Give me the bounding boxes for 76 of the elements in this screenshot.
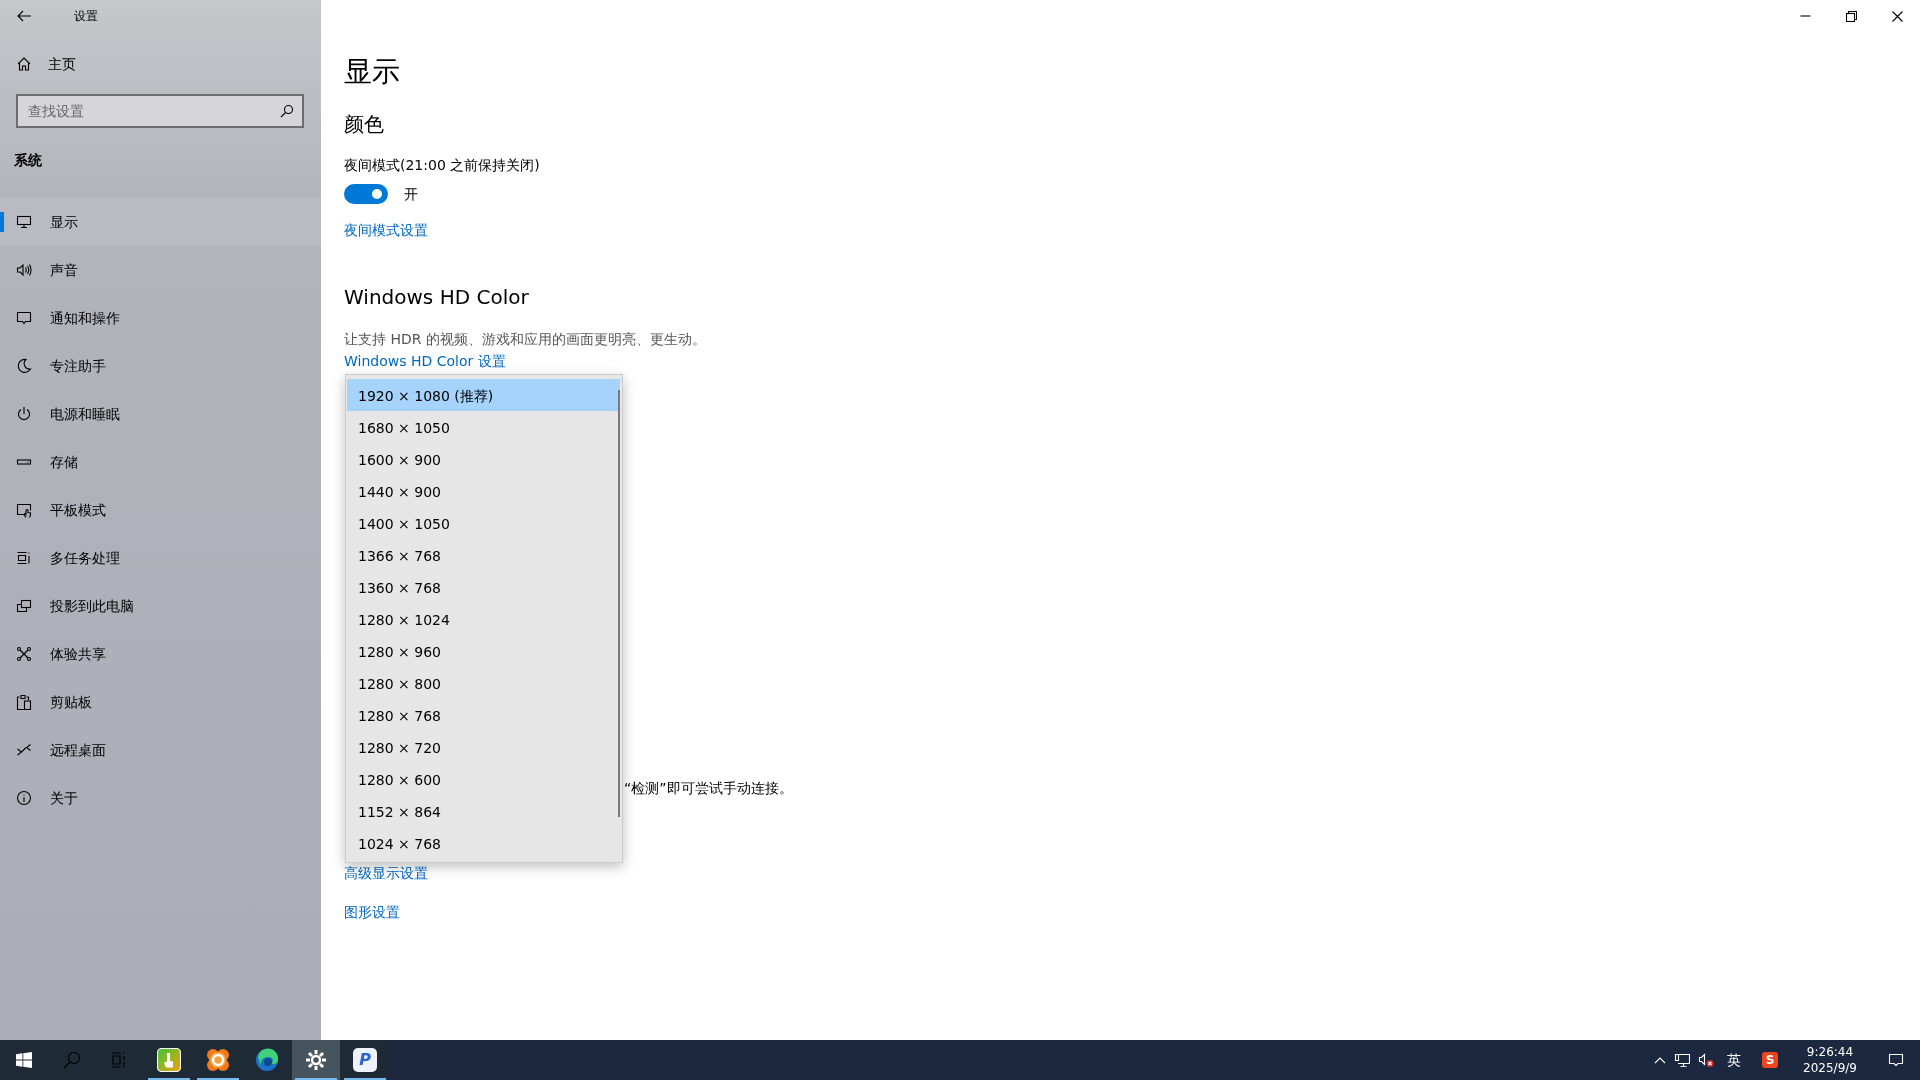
- toggle-state-text: 开: [404, 185, 418, 204]
- search-icon: [63, 1051, 81, 1069]
- close-icon: [1891, 10, 1903, 22]
- info-icon: [16, 790, 32, 806]
- hand-app-icon: [157, 1048, 181, 1072]
- dropdown-option[interactable]: 1152 × 864: [347, 795, 620, 827]
- dropdown-option[interactable]: 1920 × 1080 (推荐): [347, 379, 620, 411]
- dropdown-option[interactable]: 1440 × 900: [347, 475, 620, 507]
- input-app-icon[interactable]: S: [1762, 1052, 1778, 1068]
- power-icon: [16, 406, 32, 422]
- setting-label: 夜间模式(21:00 之前保持关闭): [344, 156, 540, 175]
- sidebar-item[interactable]: 电源和睡眠: [0, 390, 321, 438]
- back-arrow-icon: [16, 8, 32, 24]
- search-field[interactable]: 查找设置: [16, 94, 304, 128]
- notification-icon[interactable]: [1888, 1052, 1904, 1068]
- sidebar-item[interactable]: 专注助手: [0, 342, 321, 390]
- speech-bubble-icon: [16, 310, 32, 326]
- tablet-icon: [16, 502, 32, 518]
- settings-app-button[interactable]: [292, 1040, 340, 1080]
- monitor-icon: [16, 214, 32, 230]
- settings-link[interactable]: 夜间模式设置: [344, 220, 428, 240]
- sidebar-item[interactable]: 剪贴板: [0, 678, 321, 726]
- sidebar-item[interactable]: 声音: [0, 246, 321, 294]
- clipboard-icon: [16, 694, 32, 710]
- sidebar-item[interactable]: 通知和操作: [0, 294, 321, 342]
- description-text: “检测”即可尝试手动连接。: [624, 779, 793, 798]
- browser-icon: [255, 1048, 279, 1072]
- dropdown-option[interactable]: 1024 × 768: [347, 827, 620, 859]
- sidebar-item[interactable]: 存储: [0, 438, 321, 486]
- settings-link[interactable]: Windows HD Color 设置: [344, 353, 506, 369]
- moon-icon: [16, 358, 32, 374]
- speaker-icon: [16, 262, 32, 278]
- gear-icon: [304, 1048, 328, 1072]
- sidebar-item[interactable]: 显示: [0, 198, 321, 246]
- speaker-muted-icon[interactable]: [1698, 1052, 1714, 1068]
- sidebar-item[interactable]: 关于: [0, 774, 321, 822]
- dropdown-option[interactable]: 1360 × 768: [347, 571, 620, 603]
- dropdown-option[interactable]: 1280 × 1024: [347, 603, 620, 635]
- dropdown-option[interactable]: 1280 × 800: [347, 667, 620, 699]
- window-title: 设置: [74, 8, 98, 25]
- home-icon: [16, 56, 32, 72]
- dropdown-option[interactable]: 1280 × 600: [347, 763, 620, 795]
- ring-app-icon: [206, 1048, 230, 1072]
- multitask-icon: [16, 550, 32, 566]
- projector-icon: [16, 598, 32, 614]
- sidebar-item[interactable]: 远程桌面: [0, 726, 321, 774]
- settings-link[interactable]: 图形设置: [344, 902, 400, 922]
- sidebar-item[interactable]: 体验共享: [0, 630, 321, 678]
- dropdown-option[interactable]: 1680 × 1050: [347, 411, 620, 443]
- dropdown-option[interactable]: 1280 × 768: [347, 699, 620, 731]
- network-icon[interactable]: [1674, 1052, 1690, 1068]
- remote-desktop-icon: [16, 742, 32, 758]
- toggle-switch[interactable]: [344, 184, 388, 204]
- dropdown-option[interactable]: 1280 × 720: [347, 731, 620, 763]
- sidebar-item[interactable]: 投影到此电脑: [0, 582, 321, 630]
- scrollbar[interactable]: [618, 390, 620, 817]
- windows-logo-icon: [16, 1052, 32, 1068]
- clock[interactable]: 9:26:44 2025/9/9: [1794, 1044, 1866, 1076]
- sidebar-item[interactable]: 平板模式: [0, 486, 321, 534]
- settings-link[interactable]: 高级显示设置: [344, 863, 428, 883]
- section-heading: 颜色: [344, 111, 384, 138]
- section-heading: Windows HD Color: [344, 284, 529, 311]
- dropdown-option[interactable]: 1366 × 768: [347, 539, 620, 571]
- app-button[interactable]: P: [341, 1040, 389, 1080]
- page-title: 显示: [344, 54, 400, 90]
- dropdown-option[interactable]: 1400 × 1050: [347, 507, 620, 539]
- restore-icon: [1845, 10, 1857, 22]
- input-method-indicator[interactable]: 英: [1722, 1049, 1746, 1071]
- home-link[interactable]: 主页: [0, 44, 321, 84]
- search-icon: [280, 104, 294, 118]
- section-heading: 系统: [14, 151, 43, 170]
- dropdown-option[interactable]: 1280 × 960: [347, 635, 620, 667]
- share-nodes-icon: [16, 646, 32, 662]
- dropdown-option[interactable]: 1600 × 900: [347, 443, 620, 475]
- description-text: 让支持 HDR 的视频、游戏和应用的画面更明亮、更生动。: [344, 330, 706, 349]
- sidebar-item[interactable]: 多任务处理: [0, 534, 321, 582]
